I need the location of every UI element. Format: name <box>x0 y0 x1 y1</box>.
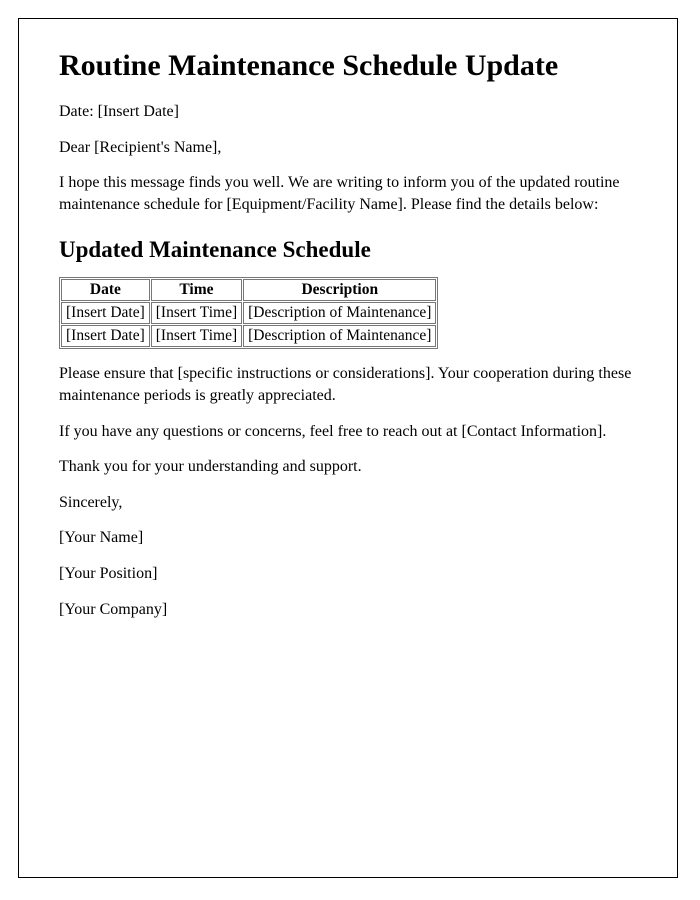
table-header-row: Date Time Description <box>61 279 436 301</box>
thanks-paragraph: Thank you for your understanding and sup… <box>59 456 637 478</box>
col-header-time: Time <box>151 279 242 301</box>
cell-desc: [Description of Maintenance] <box>243 325 436 347</box>
contact-paragraph: If you have any questions or concerns, f… <box>59 421 637 443</box>
cell-date: [Insert Date] <box>61 302 150 324</box>
page-title: Routine Maintenance Schedule Update <box>59 49 637 83</box>
table-row: [Insert Date] [Insert Time] [Description… <box>61 302 436 324</box>
closing: Sincerely, <box>59 492 637 514</box>
col-header-desc: Description <box>243 279 436 301</box>
document-page: Routine Maintenance Schedule Update Date… <box>18 18 678 878</box>
cell-time: [Insert Time] <box>151 325 242 347</box>
greeting: Dear [Recipient's Name], <box>59 137 637 159</box>
sender-position: [Your Position] <box>59 563 637 585</box>
cell-date: [Insert Date] <box>61 325 150 347</box>
instructions-paragraph: Please ensure that [specific instruction… <box>59 363 637 406</box>
sender-company: [Your Company] <box>59 599 637 621</box>
intro-paragraph: I hope this message finds you well. We a… <box>59 172 637 215</box>
table-row: [Insert Date] [Insert Time] [Description… <box>61 325 436 347</box>
cell-desc: [Description of Maintenance] <box>243 302 436 324</box>
col-header-date: Date <box>61 279 150 301</box>
sender-name: [Your Name] <box>59 527 637 549</box>
schedule-heading: Updated Maintenance Schedule <box>59 237 637 263</box>
schedule-table: Date Time Description [Insert Date] [Ins… <box>59 277 438 349</box>
cell-time: [Insert Time] <box>151 302 242 324</box>
date-line: Date: [Insert Date] <box>59 101 637 123</box>
